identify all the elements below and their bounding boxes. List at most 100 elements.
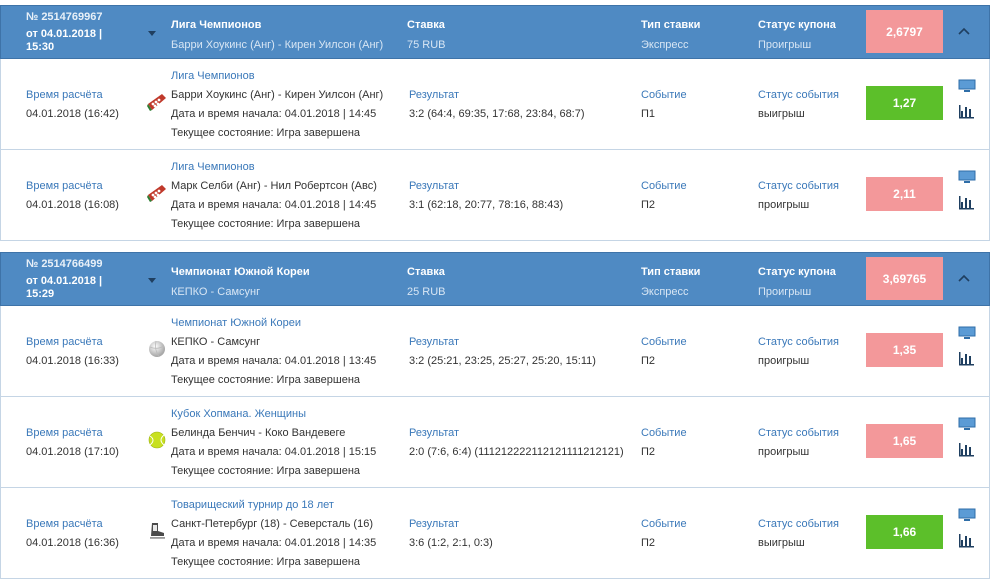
result-label: Результат [409,518,460,530]
coupon-date: от 04.01.2018 | 15:29 [26,275,126,301]
coupon-status-label: Статус купона [758,266,836,278]
event-row: Время расчёта 04.01.2018 (16:36) Товарищ… [0,488,990,579]
stats-icon[interactable] [958,104,975,119]
tv-icon[interactable] [958,170,976,184]
coupon-date-line2: 15:30 [26,41,55,53]
event-status-label: Статус события [758,180,839,192]
result-label: Результат [409,336,460,348]
dropdown-arrow-icon[interactable] [148,31,156,36]
event-status-label: Статус события [758,427,839,439]
snooker-icon [147,94,166,111]
event-state: Текущее состояние: Игра завершена [171,127,361,139]
tv-icon[interactable] [958,508,976,522]
coupon-date-line1: от 04.01.2018 | [26,275,103,287]
tv-icon[interactable] [958,326,976,340]
event-label: Событие [641,180,687,192]
dropdown-arrow-icon[interactable] [148,278,156,283]
stats-icon[interactable] [958,442,975,457]
calc-time-label: Время расчёта [26,518,103,530]
stake-label: Ставка [407,19,445,31]
result-value: 3:1 (62:18, 20:77, 78:16, 88:43) [409,199,564,211]
league-link[interactable]: Чемпионат Южной Кореи [171,317,301,329]
event-status-value: проигрыш [758,446,810,458]
event-status-value: выигрыш [758,537,805,549]
event-state: Текущее состояние: Игра завершена [171,374,361,386]
event-status-label: Статус события [758,336,839,348]
bet-type-value: Экспресс [641,39,689,51]
coupon-1: № 2514769967 от 04.01.2018 | 15:30 Лига … [0,5,990,241]
event-state: Текущее состояние: Игра завершена [171,218,361,230]
league-link[interactable]: Лига Чемпионов [171,161,255,173]
event-status-label: Статус события [758,518,839,530]
event-status-value: выигрыш [758,108,805,120]
tv-icon[interactable] [958,79,976,93]
coupon-header[interactable]: № 2514769967 от 04.01.2018 | 15:30 Лига … [0,5,990,59]
bet-type-value: Экспресс [641,286,689,298]
snooker-icon [147,185,166,202]
event-state: Текущее состояние: Игра завершена [171,556,361,568]
result-label: Результат [409,427,460,439]
event-row: Время расчёта 04.01.2018 (16:08) Лига Че… [0,150,990,241]
header-league: Лига Чемпионов [171,19,262,31]
result-value: 3:6 (1:2, 2:1, 0:3) [409,537,493,549]
calc-time-value: 04.01.2018 (16:33) [26,355,119,367]
volleyball-icon [149,340,165,358]
coupon-status-value: Проигрыш [758,39,812,51]
coupon-status-value: Проигрыш [758,286,812,298]
event-start: Дата и время начала: 04.01.2018 | 15:15 [171,446,377,458]
coupon-date-line2: 15:29 [26,288,55,300]
header-league: Чемпионат Южной Кореи [171,266,310,278]
bet-type-label: Тип ставки [641,266,701,278]
stake-value: 75 RUB [407,39,446,51]
event-teams: КЕПКО - Самсунг [171,336,261,348]
calc-time-value: 04.01.2018 (16:36) [26,537,119,549]
league-link[interactable]: Лига Чемпионов [171,70,255,82]
calc-time-value: 04.01.2018 (16:42) [26,108,119,120]
stats-icon[interactable] [958,351,975,366]
league-link[interactable]: Кубок Хопмана. Женщины [171,408,306,420]
event-teams: Барри Хоукинс (Анг) - Кирен Уилсон (Анг) [171,89,384,101]
event-row: Время расчёта 04.01.2018 (16:33) Чемпион… [0,306,990,397]
event-label: Событие [641,89,687,101]
event-value: П2 [641,355,656,367]
result-label: Результат [409,180,460,192]
event-teams: Марк Селби (Анг) - Нил Робертсон (Авс) [171,180,377,192]
calc-time-label: Время расчёта [26,89,103,101]
header-teams: Барри Хоукинс (Анг) - Кирен Уилсон (Анг) [171,39,384,51]
event-label: Событие [641,518,687,530]
coupon-header[interactable]: № 2514766499 от 04.01.2018 | 15:29 Чемпи… [0,252,990,306]
event-odd: 2,11 [866,177,943,211]
coupon-status-label: Статус купона [758,19,836,31]
total-coefficient: 2,6797 [866,10,943,53]
header-teams: КЕПКО - Самсунг [171,286,261,298]
event-start: Дата и время начала: 04.01.2018 | 14:35 [171,537,377,549]
event-start: Дата и время начала: 04.01.2018 | 13:45 [171,355,377,367]
coupon-date: от 04.01.2018 | 15:30 [26,28,126,54]
event-value: П2 [641,199,656,211]
stake-value: 25 RUB [407,286,446,298]
total-coefficient: 3,69765 [866,257,943,300]
calc-time-label: Время расчёта [26,427,103,439]
tv-icon[interactable] [958,417,976,431]
coupon-2: № 2514766499 от 04.01.2018 | 15:29 Чемпи… [0,252,990,579]
calc-time-label: Время расчёта [26,180,103,192]
event-label: Событие [641,427,687,439]
chevron-up-icon[interactable] [958,27,970,35]
chevron-up-icon[interactable] [958,274,970,282]
result-value: 3:2 (64:4, 69:35, 17:68, 23:84, 68:7) [409,108,585,120]
stats-icon[interactable] [958,533,975,548]
hockey-skate-icon [150,523,165,539]
event-start: Дата и время начала: 04.01.2018 | 14:45 [171,108,377,120]
calc-time-value: 04.01.2018 (16:08) [26,199,119,211]
stats-icon[interactable] [958,195,975,210]
event-status-value: проигрыш [758,199,810,211]
event-row: Время расчёта 04.01.2018 (16:42) Лига Че… [0,59,990,150]
event-value: П2 [641,537,656,549]
event-status-label: Статус события [758,89,839,101]
bet-type-label: Тип ставки [641,19,701,31]
stake-label: Ставка [407,266,445,278]
event-teams: Белинда Бенчич - Коко Вандевеге [171,427,346,439]
league-link[interactable]: Товарищеский турнир до 18 лет [171,499,334,511]
event-label: Событие [641,336,687,348]
result-value: 2:0 (7:6, 6:4) (111212222112121111212121… [409,446,624,458]
